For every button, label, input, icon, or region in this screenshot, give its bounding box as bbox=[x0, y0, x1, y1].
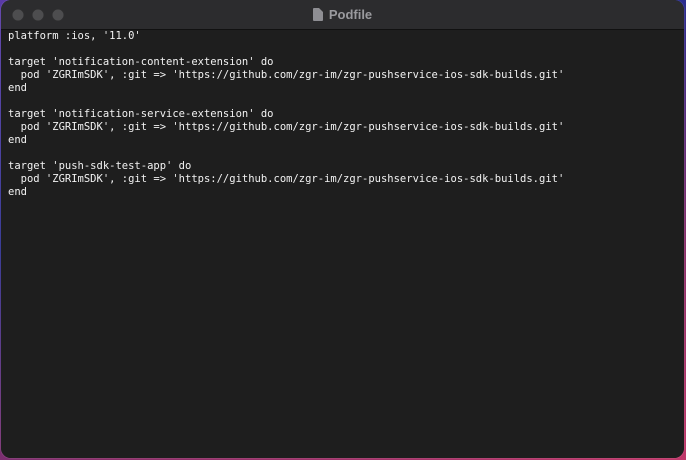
code-line[interactable] bbox=[8, 95, 564, 108]
title-bar[interactable]: Podfile bbox=[1, 0, 684, 30]
podfile-content[interactable]: platform :ios, '11.0' target 'notificatio… bbox=[8, 30, 564, 199]
code-line[interactable]: target 'notification-content-extension' … bbox=[8, 56, 564, 69]
code-line[interactable]: pod 'ZGRImSDK', :git => 'https://github.… bbox=[8, 173, 565, 186]
code-line[interactable] bbox=[8, 43, 564, 56]
code-line[interactable]: target 'notification-service-extension' … bbox=[8, 108, 564, 121]
text-editor-area[interactable]: platform :ios, '11.0' target 'notificatio… bbox=[1, 30, 684, 458]
code-line[interactable] bbox=[8, 147, 564, 160]
window-title: Podfile bbox=[328, 7, 373, 22]
code-line[interactable]: pod 'ZGRImSDK', :git => 'https://github.… bbox=[8, 69, 565, 82]
window-title-group: Podfile bbox=[1, 0, 684, 29]
code-line[interactable]: target 'push-sdk-test-app' do bbox=[8, 160, 564, 173]
code-line[interactable]: platform :ios, '11.0' bbox=[8, 30, 564, 43]
code-line[interactable]: end bbox=[8, 186, 564, 199]
code-line[interactable]: pod 'ZGRImSDK', :git => 'https://github.… bbox=[8, 121, 565, 134]
code-line[interactable]: end bbox=[8, 82, 564, 95]
document-icon bbox=[312, 8, 323, 21]
code-line[interactable]: end bbox=[8, 134, 564, 147]
textedit-window: Podfile platform :ios, '11.0' target 'not… bbox=[1, 0, 684, 458]
